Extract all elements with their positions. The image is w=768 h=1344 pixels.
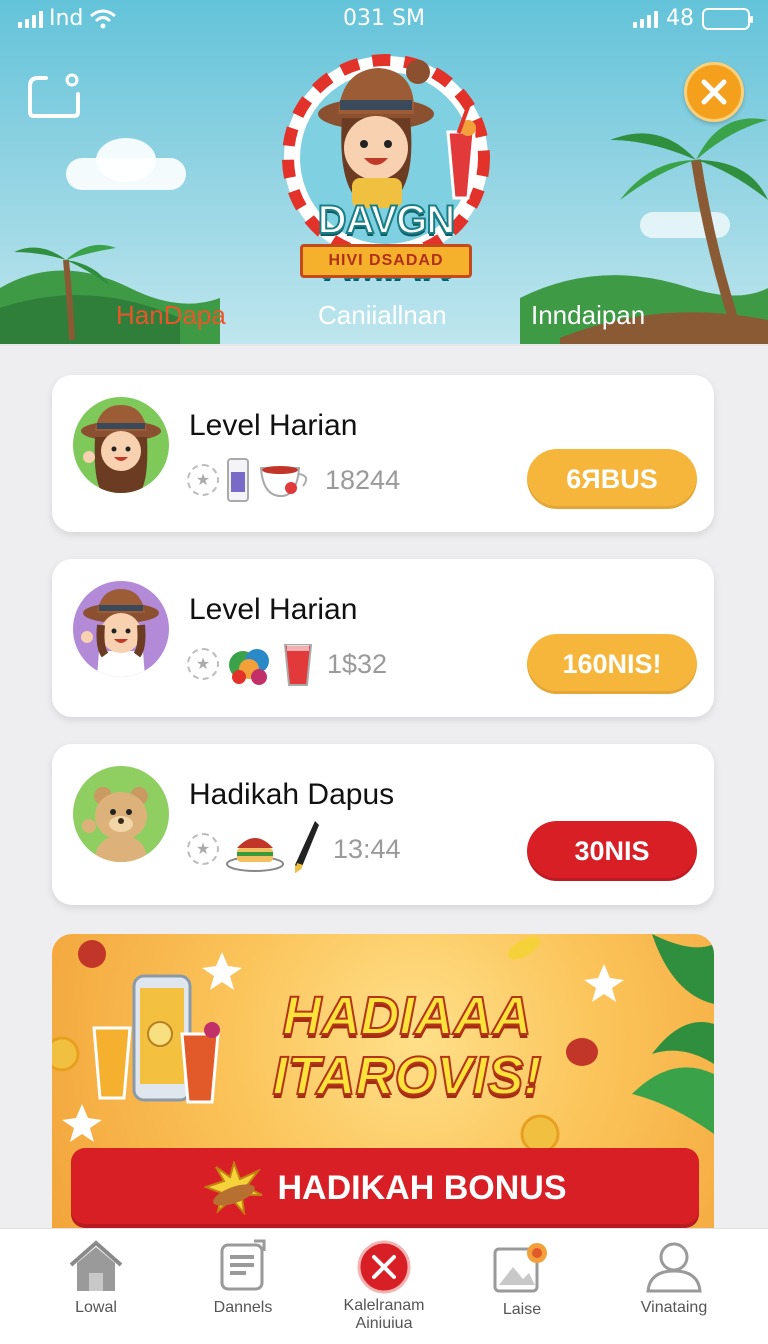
- star-badge-icon: ★: [187, 648, 219, 680]
- bottom-navigation: Lowal Dannels Kalelranam Ainiuiua Laise: [0, 1228, 768, 1344]
- nav-label: Laise: [502, 1301, 542, 1318]
- level-title: Hadikah Dapus: [189, 778, 395, 811]
- nav-item-lowal[interactable]: Lowal: [21, 1239, 171, 1317]
- scan-button[interactable]: [26, 72, 82, 118]
- level-card[interactable]: Level Harian ★ 18244 6ЯBUS: [52, 375, 714, 532]
- nav-item-dannels[interactable]: Dannels: [168, 1239, 318, 1317]
- header: Ind 031 SM 48 DAVGN HIVI DSADAD HanDapa …: [0, 0, 768, 346]
- bonus-button-label: HADIKAH BONUS: [277, 1168, 567, 1207]
- tab-inndaipan[interactable]: Inndaipan: [531, 300, 645, 331]
- tab-caniiallnan[interactable]: Caniiallnan: [318, 300, 447, 331]
- level-meta: ★ 18244: [187, 455, 400, 505]
- nav-label-line1: Kalelranam: [343, 1297, 425, 1314]
- nav-label-line2: Ainiuiua: [355, 1315, 413, 1332]
- level-time: 13:44: [333, 833, 401, 864]
- nav-item-kalelranam[interactable]: Kalelranam Ainiuiua: [309, 1239, 459, 1333]
- fruit-bowl-icon: [229, 649, 269, 685]
- status-bar: Ind 031 SM 48: [0, 0, 768, 40]
- level-meta: ★ 13:44: [187, 821, 401, 874]
- level-meta: ★ 1$32: [187, 639, 387, 689]
- cloud-decoration: [96, 138, 156, 182]
- close-button[interactable]: [684, 62, 744, 122]
- nav-label: Dannels: [213, 1299, 273, 1316]
- juice-glass-icon: [283, 644, 313, 686]
- tab-handapa[interactable]: HanDapa: [116, 300, 226, 331]
- close-icon: [701, 79, 727, 105]
- close-circle-icon: [357, 1240, 411, 1294]
- promo-title: HADIAAA ITAROVIS!: [242, 985, 572, 1107]
- nav-item-vinataing[interactable]: Vinataing: [599, 1239, 749, 1317]
- girl-hat-purple-avatar: [73, 581, 169, 677]
- nav-label: Kalelranam Ainiuiua: [309, 1297, 459, 1333]
- level-card[interactable]: Level Harian ★ 1$32 160NIS!: [52, 559, 714, 717]
- document-icon: [220, 1239, 266, 1291]
- promo-banner[interactable]: HADIAAA ITAROVIS! HADIKAH BONUS: [52, 934, 714, 1234]
- level-time: 18244: [325, 464, 401, 495]
- bear-avatar: [73, 766, 169, 862]
- star-badge-icon: ★: [187, 833, 219, 865]
- girl-hat-avatar: [73, 397, 169, 493]
- home-icon: [69, 1240, 123, 1291]
- bonus-button[interactable]: HADIKAH BONUS: [71, 1148, 699, 1228]
- battery-icon: [702, 7, 753, 30]
- logo-ribbon: HIVI DSADAD: [300, 244, 472, 278]
- level-time: 1$32: [327, 648, 388, 679]
- signal-icon: [633, 10, 658, 28]
- nav-label: Lowal: [75, 1299, 117, 1316]
- pen-icon: [295, 821, 319, 873]
- promo-title-line1: HADIAAA: [282, 985, 533, 1047]
- level-action-button[interactable]: 160NIS!: [527, 634, 697, 694]
- nav-label: Vinataing: [640, 1299, 708, 1316]
- glass-icon: [227, 458, 249, 502]
- promo-title-line2: ITAROVIS!: [272, 1045, 543, 1107]
- scan-frame-icon: [28, 73, 80, 118]
- tea-cup-icon: [259, 466, 308, 498]
- gallery-icon: [493, 1243, 547, 1293]
- level-title: Level Harian: [189, 593, 358, 626]
- burst-icon: [203, 1161, 262, 1215]
- level-action-button[interactable]: 30NIS: [527, 821, 697, 881]
- level-action-button[interactable]: 6ЯBUS: [527, 449, 697, 509]
- app-logo: DAVGN AMIAR HIVI DSADAD: [258, 48, 514, 288]
- header-tabs: HanDapa Caniiallnan Inndaipan: [0, 300, 768, 340]
- nav-item-laise[interactable]: Laise: [447, 1239, 597, 1319]
- level-card[interactable]: Hadikah Dapus ★ 13:44 30NIS: [52, 744, 714, 905]
- battery-percent: 48: [666, 6, 694, 31]
- level-title: Level Harian: [189, 409, 358, 442]
- star-badge-icon: ★: [187, 464, 219, 496]
- food-plate-icon: [226, 838, 284, 872]
- profile-icon: [646, 1242, 702, 1293]
